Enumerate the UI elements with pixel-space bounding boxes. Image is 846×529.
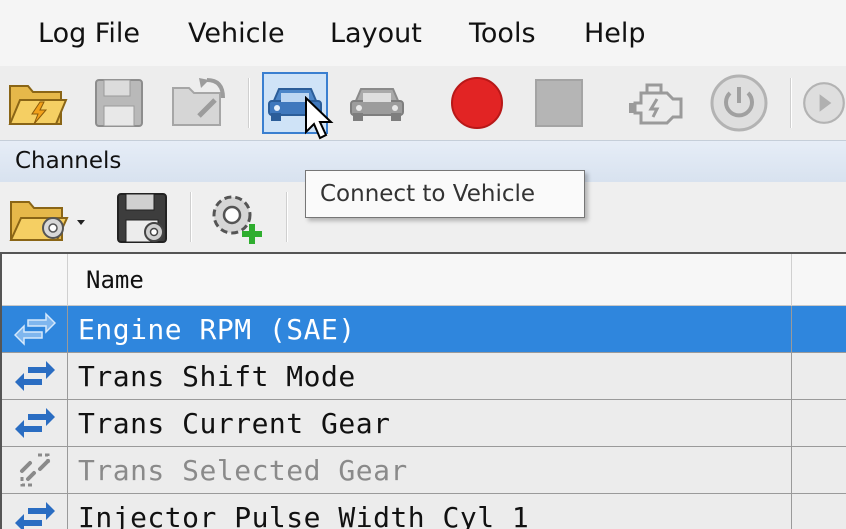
save-config-button[interactable]	[110, 188, 176, 250]
menu-vehicle[interactable]: Vehicle	[188, 18, 285, 49]
toolbar-separator	[286, 192, 288, 242]
stop-icon	[535, 79, 583, 127]
open-config-icon	[9, 201, 85, 241]
power-button[interactable]	[706, 72, 772, 134]
channel-name: Trans Selected Gear	[78, 454, 408, 487]
add-channel-button[interactable]	[204, 188, 270, 250]
broken-link-icon	[19, 453, 50, 487]
power-icon	[710, 74, 768, 132]
menu-bar: Log File Vehicle Layout Tools Help	[0, 0, 846, 66]
row-name-cell: Trans Selected Gear	[68, 447, 792, 493]
export-log-button[interactable]	[166, 72, 232, 134]
channel-name: Engine RPM (SAE)	[78, 313, 356, 346]
column-header-name: Name	[86, 266, 144, 294]
play-button[interactable]	[802, 72, 846, 134]
channel-name: Injector Pulse Width Cyl 1	[78, 501, 530, 529]
row-icon-cell	[2, 353, 68, 399]
save-log-button[interactable]	[86, 72, 152, 134]
record-icon	[451, 77, 503, 129]
table-row[interactable]: Trans Current Gear	[2, 400, 846, 447]
row-icon-cell	[2, 306, 68, 352]
main-toolbar	[0, 66, 846, 140]
save-icon	[95, 79, 143, 127]
row-name-cell: Trans Shift Mode	[68, 353, 792, 399]
linked-arrows-icon	[14, 502, 55, 529]
channel-name: Trans Shift Mode	[78, 360, 356, 393]
cursor-icon	[305, 96, 334, 140]
toolbar-separator	[248, 78, 250, 128]
open-log-button[interactable]	[4, 72, 70, 134]
table-row[interactable]: Engine RPM (SAE)	[2, 306, 846, 353]
table-row[interactable]: Trans Shift Mode	[2, 353, 846, 400]
row-name-cell: Engine RPM (SAE)	[68, 306, 792, 352]
open-folder-icon	[8, 85, 68, 125]
menu-log-file[interactable]: Log File	[38, 18, 140, 49]
engine-button[interactable]	[626, 72, 692, 134]
play-icon	[803, 82, 845, 124]
menu-help[interactable]: Help	[584, 18, 646, 49]
linked-arrows-icon	[13, 312, 56, 346]
row-name-cell: Injector Pulse Width Cyl 1	[68, 494, 792, 529]
record-button[interactable]	[444, 72, 510, 134]
tooltip-text: Connect to Vehicle	[320, 181, 536, 207]
engine-icon	[629, 83, 683, 125]
toolbar-separator	[190, 192, 192, 242]
table-row[interactable]: Injector Pulse Width Cyl 1	[2, 494, 846, 529]
linked-arrows-icon	[14, 408, 55, 438]
disconnect-vehicle-button[interactable]	[344, 72, 410, 134]
open-config-button[interactable]	[4, 188, 90, 250]
channels-grid: Name Engine RPM (SAE) Trans Shift Mode T…	[0, 252, 846, 529]
channel-name: Trans Current Gear	[78, 407, 391, 440]
disconnect-vehicle-icon	[350, 88, 404, 121]
row-icon-cell	[2, 447, 68, 493]
connect-vehicle-tooltip: Connect to Vehicle	[305, 170, 585, 218]
row-icon-cell	[2, 494, 68, 529]
row-name-cell: Trans Current Gear	[68, 400, 792, 446]
header-icon-cell	[2, 254, 68, 306]
add-channel-icon	[212, 195, 262, 244]
linked-arrows-icon	[14, 361, 55, 391]
stop-button[interactable]	[526, 72, 592, 134]
header-name-cell[interactable]: Name	[68, 254, 792, 306]
menu-tools[interactable]: Tools	[469, 18, 536, 49]
channels-title: Channels	[15, 148, 122, 174]
menu-layout[interactable]: Layout	[330, 18, 422, 49]
export-icon	[172, 78, 225, 126]
row-icon-cell	[2, 400, 68, 446]
grid-header: Name	[2, 254, 846, 306]
save-config-icon	[117, 193, 167, 243]
table-row[interactable]: Trans Selected Gear	[2, 447, 846, 494]
toolbar-separator	[790, 78, 792, 128]
